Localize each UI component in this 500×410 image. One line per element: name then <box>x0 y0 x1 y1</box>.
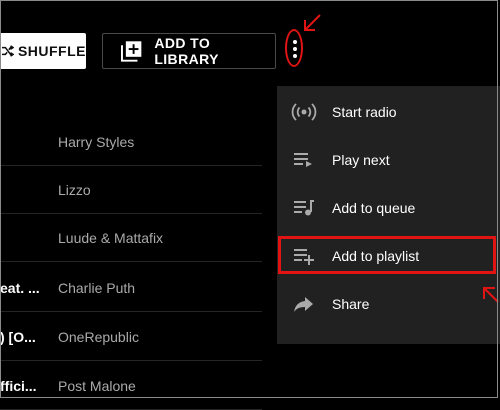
annotation-arrow-icon <box>304 14 321 31</box>
add-to-library-button[interactable]: ADD TO LIBRARY <box>102 33 276 69</box>
track-artist[interactable]: Post Malone <box>58 362 136 410</box>
menu-item-share[interactable]: Share <box>277 280 500 328</box>
table-row[interactable]: eat. ... Charlie Puth <box>0 264 262 312</box>
menu-item-label: Play next <box>332 152 390 168</box>
track-artist[interactable]: OneRepublic <box>58 313 139 361</box>
menu-item-label: Add to queue <box>332 200 416 216</box>
shuffle-label: SHUFFLE <box>17 43 86 59</box>
shuffle-icon <box>2 45 14 57</box>
library-add-icon <box>121 41 142 62</box>
menu-item-label: Share <box>332 296 370 312</box>
track-artist[interactable]: Luude & Mattafix <box>58 214 163 262</box>
table-row[interactable]: Luude & Mattafix <box>0 214 262 262</box>
annotation-arrow-icon <box>483 287 499 303</box>
menu-item-play-next[interactable]: Play next <box>277 136 500 184</box>
track-title[interactable]: ffici... <box>0 362 37 410</box>
radio-icon <box>291 99 317 125</box>
play-next-icon <box>291 147 317 173</box>
track-title[interactable]: eat. ... <box>0 264 40 312</box>
menu-item-add-to-queue[interactable]: Add to queue <box>277 184 500 232</box>
share-icon <box>291 291 317 317</box>
table-row[interactable]: Lizzo <box>0 166 262 214</box>
table-row[interactable]: ) [O... OneRepublic <box>0 313 262 361</box>
context-menu: Start radio Play next Add to queue Add t… <box>277 86 500 344</box>
add-to-library-label: ADD TO LIBRARY <box>154 35 219 67</box>
table-row[interactable]: Harry Styles <box>0 118 262 166</box>
annotation-highlight-box <box>278 236 496 274</box>
track-title[interactable]: ) [O... <box>0 313 36 361</box>
track-artist[interactable]: Charlie Puth <box>58 264 135 312</box>
table-row[interactable]: ffici... Post Malone <box>0 362 262 410</box>
add-to-queue-icon <box>291 195 317 221</box>
annotation-circle <box>285 29 303 67</box>
menu-item-start-radio[interactable]: Start radio <box>277 88 500 136</box>
track-artist[interactable]: Lizzo <box>58 166 91 214</box>
menu-item-label: Start radio <box>332 104 397 120</box>
shuffle-button[interactable]: SHUFFLE <box>0 33 86 69</box>
track-artist[interactable]: Harry Styles <box>58 118 134 166</box>
